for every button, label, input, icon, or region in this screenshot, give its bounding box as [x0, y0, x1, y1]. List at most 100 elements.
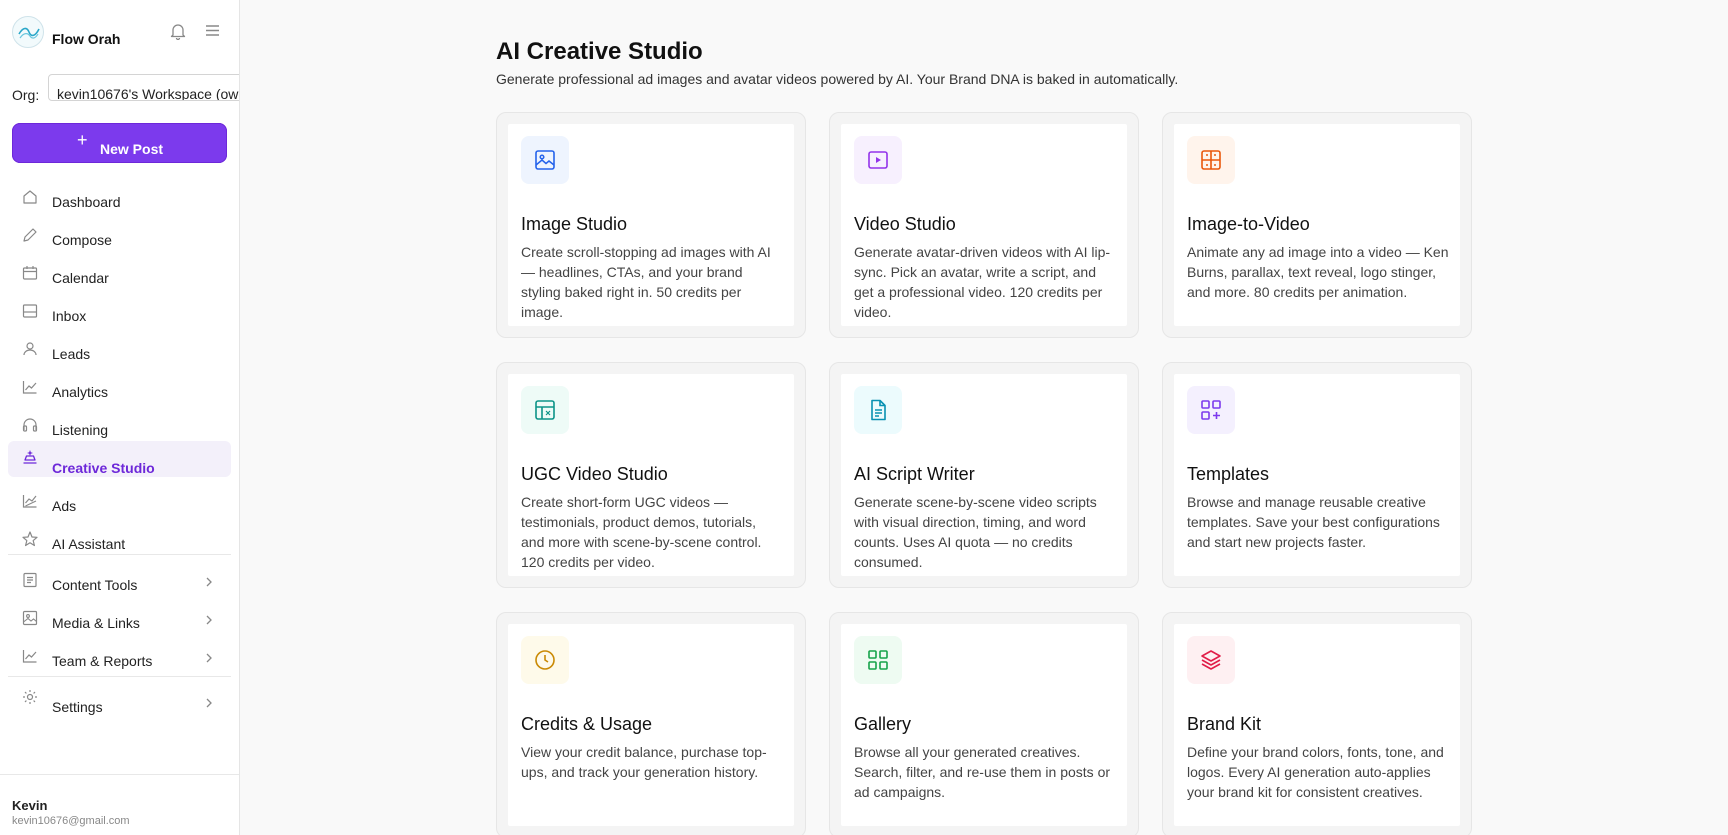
sidebar-item-label: Team & Reports: [52, 653, 153, 669]
org-label: Org:: [12, 87, 40, 103]
main-content: AI Creative Studio Generate professional…: [240, 0, 1728, 835]
grid-icon: [854, 636, 902, 684]
sidebar-item-label: Inbox: [52, 308, 87, 324]
card-ai-script-writer[interactable]: AI Script Writer Generate scene-by-scene…: [829, 362, 1139, 588]
card-title: Image Studio: [521, 214, 628, 234]
card-description: Browse and manage reusable creative temp…: [1187, 494, 1440, 550]
line-chart-icon: [21, 378, 39, 396]
divider: [8, 554, 231, 555]
card-body: Templates Browse and manage reusable cre…: [1174, 374, 1460, 576]
sidebar-item-leads[interactable]: Leads: [8, 334, 231, 370]
star-icon: [21, 530, 39, 548]
sidebar-item-label: Analytics: [52, 384, 109, 400]
page-subtitle: Generate professional ad images and avat…: [496, 71, 1179, 87]
layers-icon: [1187, 636, 1235, 684]
sidebar-group-team-reports[interactable]: Team & Reports: [8, 641, 231, 677]
inbox-icon: [21, 302, 39, 320]
card-title: Templates: [1187, 464, 1270, 484]
sidebar-item-label: Content Tools: [52, 577, 138, 593]
org-select[interactable]: kevin10676's Workspace (owner): [48, 74, 239, 101]
grid-plus-icon: [1187, 386, 1235, 434]
sidebar-item-dashboard[interactable]: Dashboard: [8, 182, 231, 218]
card-ugc-video-studio[interactable]: UGC Video Studio Create short-form UGC v…: [496, 362, 806, 588]
card-body: Brand Kit Define your brand colors, font…: [1174, 624, 1460, 826]
sidebar-item-analytics[interactable]: Analytics: [8, 372, 231, 408]
card-title: Credits & Usage: [521, 714, 653, 734]
sidebar-item-label: Settings: [52, 699, 103, 715]
image-icon: [21, 609, 39, 627]
menu-icon[interactable]: [205, 24, 220, 42]
sidebar: Flow Orah Org: kevin10676's Workspace (o…: [0, 0, 240, 835]
chevron-right-icon: [205, 696, 213, 714]
sidebar-group-media-links[interactable]: Media & Links: [8, 603, 231, 639]
sidebar-item-calendar[interactable]: Calendar: [8, 258, 231, 294]
sidebar-group-settings[interactable]: Settings: [8, 682, 231, 718]
card-image-studio[interactable]: Image Studio Create scroll-stopping ad i…: [496, 112, 806, 338]
new-post-button[interactable]: + New Post: [12, 123, 227, 163]
user-name[interactable]: Kevin: [12, 798, 47, 813]
card-description: Generate scene-by-scene video scripts wi…: [854, 494, 1097, 570]
chevron-right-icon: [205, 651, 213, 669]
sidebar-item-compose[interactable]: Compose: [8, 220, 231, 256]
layout-icon: [521, 386, 569, 434]
play-icon: [854, 136, 902, 184]
sidebar-item-label: Listening: [52, 422, 109, 438]
card-body: Image Studio Create scroll-stopping ad i…: [508, 124, 794, 326]
card-title: Brand Kit: [1187, 714, 1262, 734]
card-brand-kit[interactable]: Brand Kit Define your brand colors, font…: [1162, 612, 1472, 835]
film-icon: [1187, 136, 1235, 184]
card-description: View your credit balance, purchase top-u…: [521, 744, 767, 780]
card-image-to-video[interactable]: Image-to-Video Animate any ad image into…: [1162, 112, 1472, 338]
sidebar-item-ads[interactable]: Ads: [8, 486, 231, 522]
calendar-icon: [21, 264, 39, 282]
card-description: Animate any ad image into a video — Ken …: [1187, 244, 1449, 300]
card-description: Define your brand colors, fonts, tone, a…: [1187, 744, 1444, 800]
divider: [0, 774, 239, 775]
line-chart-icon: [21, 647, 39, 665]
card-body: AI Script Writer Generate scene-by-scene…: [841, 374, 1127, 576]
sidebar-item-label: Compose: [52, 232, 112, 248]
card-gallery[interactable]: Gallery Browse all your generated creati…: [829, 612, 1139, 835]
new-post-label: New Post: [100, 141, 164, 157]
card-body: Video Studio Generate avatar-driven vide…: [841, 124, 1127, 326]
sidebar-item-creative-studio[interactable]: Creative Studio: [8, 441, 231, 477]
chevron-right-icon: [205, 575, 213, 593]
image-icon: [521, 136, 569, 184]
card-templates[interactable]: Templates Browse and manage reusable cre…: [1162, 362, 1472, 588]
card-body: Image-to-Video Animate any ad image into…: [1174, 124, 1460, 326]
card-credits-usage[interactable]: Credits & Usage View your credit balance…: [496, 612, 806, 835]
gear-icon: [21, 688, 39, 706]
chevron-right-icon: [205, 613, 213, 631]
home-icon: [21, 188, 39, 206]
headphones-icon: [21, 416, 39, 434]
sidebar-item-label: Dashboard: [52, 194, 121, 210]
sidebar-group-content-tools[interactable]: Content Tools: [8, 565, 231, 601]
sidebar-item-label: AI Assistant: [52, 536, 126, 552]
sidebar-item-inbox[interactable]: Inbox: [8, 296, 231, 332]
clock-icon: [521, 636, 569, 684]
app-name: Flow Orah: [52, 31, 121, 46]
sidebar-item-label: Creative Studio: [52, 460, 155, 476]
card-description: Create short-form UGC videos — testimoni…: [521, 494, 762, 570]
card-description: Create scroll-stopping ad images with AI…: [521, 244, 771, 320]
card-body: Credits & Usage View your credit balance…: [508, 624, 794, 826]
sidebar-item-label: Leads: [52, 346, 91, 362]
bell-icon[interactable]: [170, 23, 186, 45]
sidebar-item-label: Media & Links: [52, 615, 140, 631]
page-title: AI Creative Studio: [496, 38, 703, 65]
card-title: Video Studio: [854, 214, 956, 234]
card-body: Gallery Browse all your generated creati…: [841, 624, 1127, 826]
card-video-studio[interactable]: Video Studio Generate avatar-driven vide…: [829, 112, 1139, 338]
sidebar-item-label: Calendar: [52, 270, 109, 286]
card-body: UGC Video Studio Create short-form UGC v…: [508, 374, 794, 576]
card-title: AI Script Writer: [854, 464, 975, 484]
wand-icon: [21, 448, 39, 466]
divider: [8, 676, 231, 677]
file-text-icon: [854, 386, 902, 434]
sidebar-item-label: Ads: [52, 498, 77, 514]
logo-icon: [12, 16, 44, 48]
card-title: Image-to-Video: [1187, 214, 1310, 234]
card-title: UGC Video Studio: [521, 464, 668, 484]
card-title: Gallery: [854, 714, 912, 734]
brand[interactable]: Flow Orah: [12, 16, 228, 48]
